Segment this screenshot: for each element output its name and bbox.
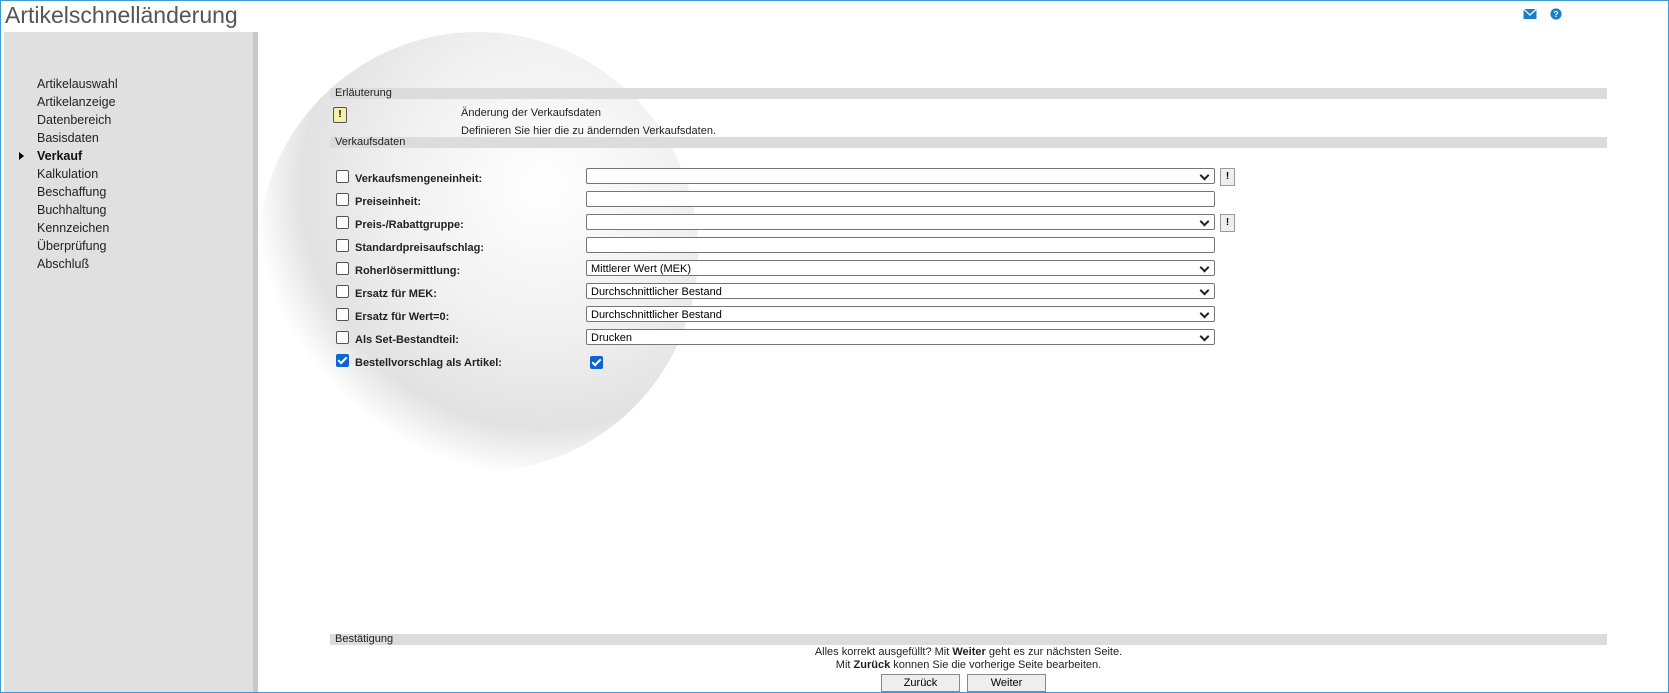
select-set-bestandteil[interactable]: Drucken — [586, 329, 1215, 345]
checkbox-standardpreisaufschlag[interactable] — [336, 239, 349, 252]
select-roherloesermittlung[interactable]: Mittlerer Wert (MEK) — [586, 260, 1215, 276]
checkbox-verkaufsmengeneinheit[interactable] — [336, 170, 349, 183]
info-description: Definieren Sie hier die zu ändernden Ver… — [461, 125, 717, 137]
input-standardpreisaufschlag[interactable] — [586, 237, 1215, 253]
label-ersatz-wert0: Ersatz für Wert=0: — [355, 311, 450, 323]
current-item-arrow-icon — [19, 152, 24, 160]
sidebar-item-kalkulation[interactable]: Kalkulation — [37, 165, 118, 183]
sidebar-item-ueberpruefung[interactable]: Überprüfung — [37, 237, 118, 255]
svg-text:?: ? — [1553, 9, 1558, 19]
value-checkbox-bestellvorschlag[interactable] — [590, 356, 603, 369]
confirmation-line-1: Alles korrekt ausgefüllt? Mit Weiter geh… — [814, 646, 1123, 658]
mail-icon[interactable] — [1523, 8, 1537, 20]
checkbox-roherloesermittlung[interactable] — [336, 262, 349, 275]
checkbox-bestellvorschlag[interactable] — [336, 354, 349, 367]
checkbox-set-bestandteil[interactable] — [336, 331, 349, 344]
back-button[interactable]: Zurück — [881, 674, 960, 692]
label-set-bestandteil: Als Set-Bestandteil: — [355, 334, 459, 346]
section-header-verkaufsdaten: Verkaufsdaten — [330, 137, 1607, 148]
label-preiseinheit: Preiseinheit: — [355, 196, 422, 208]
sidebar-item-beschaffung[interactable]: Beschaffung — [37, 183, 118, 201]
sidebar-nav: Artikelauswahl Artikelanzeige Datenberei… — [19, 75, 118, 273]
select-verkaufsmengeneinheit[interactable] — [586, 168, 1215, 184]
help-icon[interactable]: ? — [1549, 8, 1563, 20]
sidebar-item-datenbereich[interactable]: Datenbereich — [37, 111, 118, 129]
section-header-erlaeuterung: Erläuterung — [330, 88, 1607, 99]
sidebar-item-buchhaltung[interactable]: Buchhaltung — [37, 201, 118, 219]
label-standardpreisaufschlag: Standardpreisaufschlag: — [355, 242, 484, 254]
checkbox-ersatz-wert0[interactable] — [336, 308, 349, 321]
info-title: Änderung der Verkaufsdaten — [461, 107, 602, 119]
checkbox-preis-rabattgruppe[interactable] — [336, 216, 349, 229]
section-header-bestaetigung: Bestätigung — [330, 634, 1607, 645]
select-preis-rabattgruppe[interactable] — [586, 214, 1215, 230]
label-preis-rabattgruppe: Preis-/Rabattgruppe: — [355, 219, 464, 231]
sidebar-item-artikelauswahl[interactable]: Artikelauswahl — [37, 75, 118, 93]
verkaufsmengeneinheit-extra-button[interactable]: ! — [1220, 168, 1235, 186]
select-ersatz-mek[interactable]: Durchschnittlicher Bestand — [586, 283, 1215, 299]
input-preiseinheit[interactable] — [586, 191, 1215, 207]
checkbox-preiseinheit[interactable] — [336, 193, 349, 206]
page-title: Artikelschnelländerung — [5, 2, 238, 28]
next-button[interactable]: Weiter — [967, 674, 1046, 692]
confirmation-line-2: Mit Zurück konnen Sie die vorherige Seit… — [835, 659, 1102, 671]
label-roherloesermittlung: Roherlösermittlung: — [355, 265, 461, 277]
checkbox-ersatz-mek[interactable] — [336, 285, 349, 298]
sidebar-divider — [253, 32, 258, 692]
sidebar-item-abschluss[interactable]: Abschluß — [37, 255, 118, 273]
label-verkaufsmengeneinheit: Verkaufsmengeneinheit: — [355, 173, 483, 185]
label-ersatz-mek: Ersatz für MEK: — [355, 288, 437, 300]
preis-rabattgruppe-extra-button[interactable]: ! — [1220, 214, 1235, 232]
sidebar-item-artikelanzeige[interactable]: Artikelanzeige — [37, 93, 118, 111]
sidebar-item-kennzeichen[interactable]: Kennzeichen — [37, 219, 118, 237]
select-ersatz-wert0[interactable]: Durchschnittlicher Bestand — [586, 306, 1215, 322]
sidebar-item-verkauf[interactable]: Verkauf — [19, 147, 118, 165]
sidebar-item-basisdaten[interactable]: Basisdaten — [37, 129, 118, 147]
alert-icon: ! — [333, 107, 347, 123]
label-bestellvorschlag: Bestellvorschlag als Artikel: — [355, 357, 502, 369]
